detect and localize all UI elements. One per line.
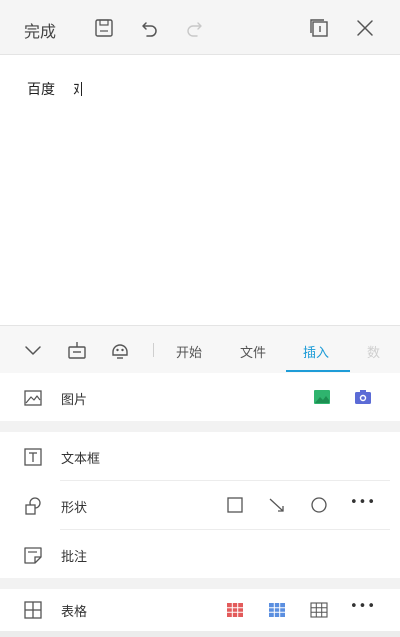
undo-icon[interactable]	[139, 17, 161, 39]
keyboard-icon[interactable]	[66, 339, 88, 361]
insert-picture-label: 图片	[61, 393, 88, 408]
document-content: 百度	[27, 82, 55, 98]
plain-table-style-icon[interactable]	[308, 599, 330, 621]
page-view-icon[interactable]	[308, 17, 330, 39]
text-cursor	[81, 82, 82, 96]
insert-comment-label: 批注	[61, 550, 88, 565]
section-gap	[0, 578, 400, 589]
tab-start[interactable]: 开始	[176, 342, 202, 361]
tab-insert[interactable]: 插入	[303, 342, 329, 361]
active-tab-indicator	[286, 370, 350, 372]
panel-tab-bar: 开始 文件 插入 数	[0, 325, 400, 374]
top-toolbar: 完成	[0, 0, 400, 55]
more-tables-button[interactable]: •••	[350, 599, 380, 621]
more-shapes-button[interactable]: •••	[350, 495, 380, 517]
insert-shape-row[interactable]: 形状 •••	[0, 481, 400, 529]
insert-comment-row[interactable]: 批注	[0, 530, 400, 578]
document-area[interactable]: 百度 ﾇ	[0, 55, 400, 325]
tab-data[interactable]: 数	[367, 342, 380, 361]
shape-icon	[25, 497, 41, 515]
gallery-icon[interactable]	[311, 386, 333, 408]
camera-icon[interactable]	[352, 386, 374, 408]
document-text[interactable]: 百度 ﾇ	[27, 79, 82, 99]
section-gap	[0, 421, 400, 432]
rectangle-shape-icon[interactable]	[224, 494, 246, 516]
document-glyph: ﾇ	[73, 82, 80, 98]
insert-table-row[interactable]: 表格 •••	[0, 589, 400, 631]
insert-picture-row[interactable]: 图片	[0, 373, 400, 421]
voice-assistant-icon[interactable]	[109, 339, 131, 361]
arrow-shape-icon[interactable]	[266, 494, 288, 516]
chevron-down-icon[interactable]	[22, 339, 44, 361]
panel-bottom-edge	[0, 631, 400, 637]
insert-panel: 开始 文件 插入 数 图片 文本框 形状 ••• 批注 表格 •••	[0, 325, 400, 637]
save-icon[interactable]	[93, 17, 115, 39]
comment-icon	[24, 547, 42, 564]
textbox-icon	[24, 448, 42, 466]
redo-icon[interactable]	[183, 17, 205, 39]
close-icon[interactable]	[354, 17, 376, 39]
tab-file[interactable]: 文件	[240, 342, 266, 361]
insert-textbox-row[interactable]: 文本框	[0, 432, 400, 480]
blue-table-style-icon[interactable]	[266, 599, 288, 621]
red-table-style-icon[interactable]	[224, 599, 246, 621]
picture-icon	[24, 390, 42, 406]
circle-shape-icon[interactable]	[308, 494, 330, 516]
insert-shape-label: 形状	[61, 501, 88, 516]
done-button[interactable]: 完成	[24, 18, 56, 42]
insert-textbox-label: 文本框	[61, 452, 101, 467]
table-icon	[24, 601, 42, 619]
tab-separator	[153, 343, 154, 357]
insert-table-label: 表格	[61, 605, 88, 620]
